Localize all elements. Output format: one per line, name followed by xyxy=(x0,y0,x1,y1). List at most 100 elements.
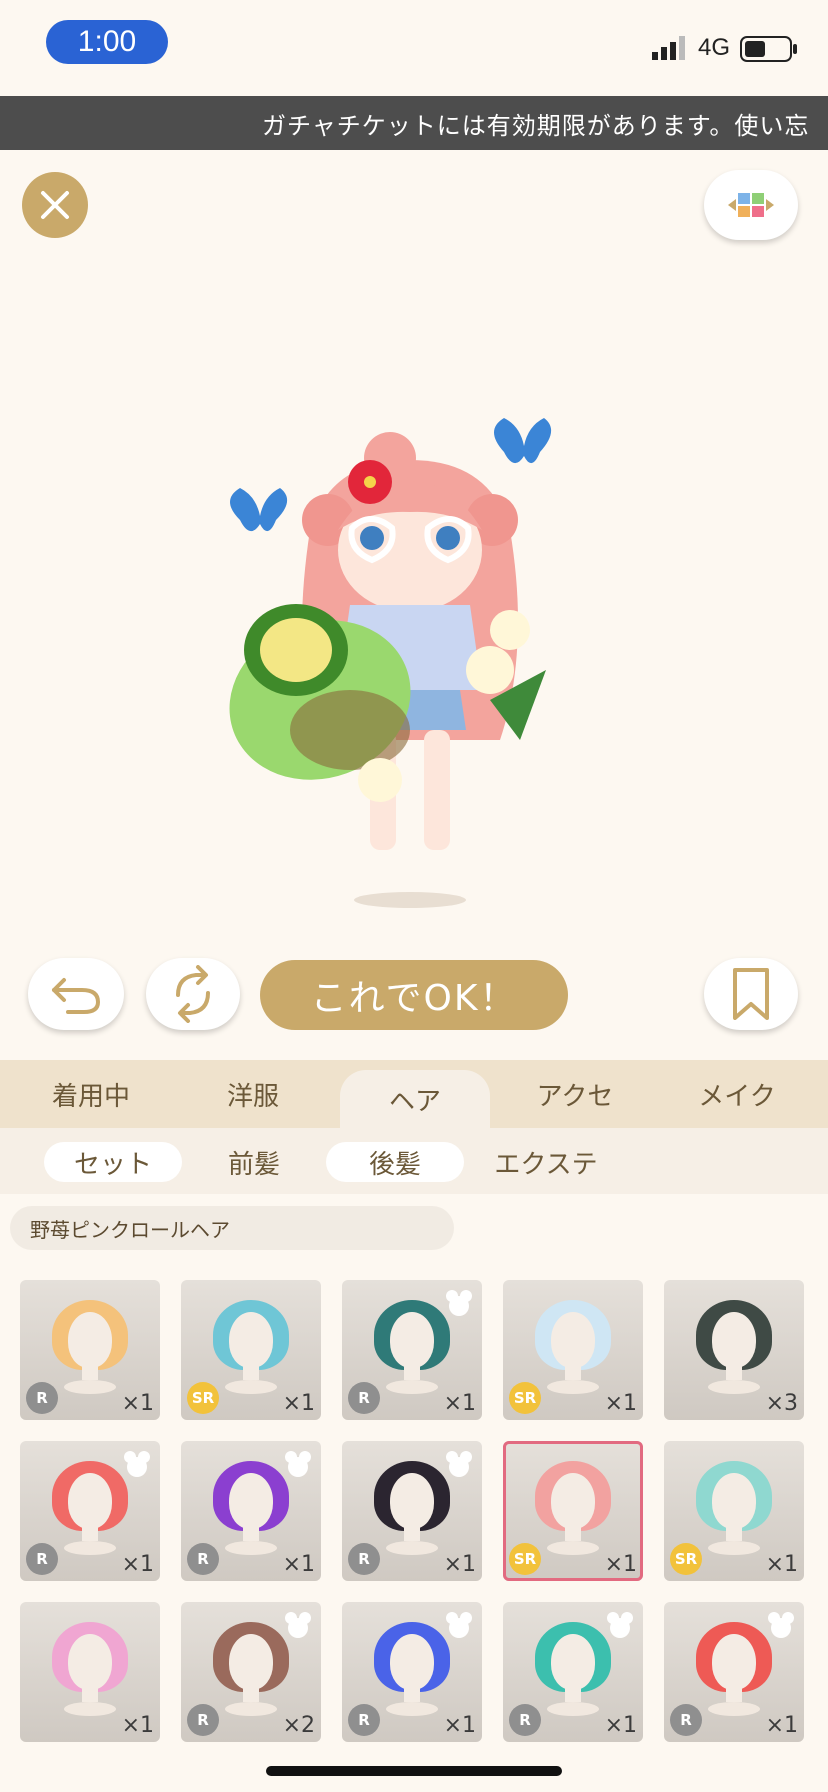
mannequin-neck xyxy=(565,1527,581,1541)
mouse-ears-icon xyxy=(768,1612,794,1638)
mannequin-base xyxy=(386,1380,438,1394)
mannequin-head xyxy=(712,1634,756,1690)
quantity-label: ×1 xyxy=(121,1552,154,1577)
subtab-back-hair[interactable]: 後髪 xyxy=(326,1142,464,1182)
hair-item[interactable]: R ×1 xyxy=(664,1602,804,1742)
tab-clothes[interactable]: 洋服 xyxy=(178,1060,328,1128)
quantity-label: ×1 xyxy=(765,1713,798,1738)
quantity-label: ×3 xyxy=(765,1391,798,1416)
mannequin-head xyxy=(229,1312,273,1368)
battery-icon xyxy=(740,36,797,62)
hair-item[interactable]: R ×1 xyxy=(20,1280,160,1420)
layout-switch-button[interactable] xyxy=(704,170,798,240)
confirm-ok-button[interactable]: これでOK！ xyxy=(260,960,568,1030)
mannequin-base xyxy=(386,1702,438,1716)
mannequin-base xyxy=(547,1702,599,1716)
mannequin-head xyxy=(390,1312,434,1368)
close-button[interactable] xyxy=(22,172,88,238)
mannequin-base xyxy=(225,1541,277,1555)
mannequin-head xyxy=(390,1634,434,1690)
time-display: 1:00 xyxy=(46,20,168,64)
category-tabs: 着用中 洋服 ヘア アクセ メイク xyxy=(0,1060,828,1128)
hair-item[interactable]: R ×1 xyxy=(20,1441,160,1581)
hair-item[interactable]: SR ×1 xyxy=(181,1280,321,1420)
mannequin-head xyxy=(68,1312,112,1368)
hair-item[interactable]: ×1 xyxy=(20,1602,160,1742)
quantity-label: ×1 xyxy=(282,1552,315,1577)
mannequin-neck xyxy=(82,1366,98,1380)
hair-item[interactable]: R ×1 xyxy=(342,1280,482,1420)
undo-button[interactable] xyxy=(28,958,124,1030)
mouse-ears-icon xyxy=(124,1451,150,1477)
subtab-set[interactable]: セット xyxy=(44,1142,182,1182)
hair-item[interactable]: SR ×1 xyxy=(664,1441,804,1581)
avatar-preview xyxy=(229,418,552,908)
status-bar: 1:00 4G xyxy=(0,0,828,96)
hair-item[interactable]: R ×1 xyxy=(342,1441,482,1581)
network-label: 4G xyxy=(698,34,731,61)
rarity-badge: SR xyxy=(509,1543,541,1575)
mannequin-base xyxy=(64,1380,116,1394)
hair-item[interactable]: R ×1 xyxy=(503,1602,643,1742)
selected-item-name: 野苺ピンクロールヘア xyxy=(10,1206,454,1250)
mannequin-neck xyxy=(726,1527,742,1541)
mannequin-neck xyxy=(404,1366,420,1380)
mannequin-neck xyxy=(82,1688,98,1702)
rarity-badge: R xyxy=(348,1543,380,1575)
hair-item[interactable]: SR ×1 xyxy=(503,1441,643,1581)
rarity-badge: R xyxy=(670,1704,702,1736)
quantity-label: ×2 xyxy=(282,1713,315,1738)
mouse-ears-icon xyxy=(285,1451,311,1477)
mannequin-neck xyxy=(565,1688,581,1702)
mannequin-neck xyxy=(404,1527,420,1541)
mannequin-head xyxy=(712,1473,756,1529)
quantity-label: ×1 xyxy=(765,1552,798,1577)
mannequin-neck xyxy=(726,1366,742,1380)
mannequin-base xyxy=(708,1380,760,1394)
mannequin-head xyxy=(390,1473,434,1529)
refresh-button[interactable] xyxy=(146,958,240,1030)
quantity-label: ×1 xyxy=(121,1391,154,1416)
mouse-ears-icon xyxy=(446,1451,472,1477)
rarity-badge: R xyxy=(509,1704,541,1736)
rarity-badge: R xyxy=(26,1382,58,1414)
quantity-label: ×1 xyxy=(282,1391,315,1416)
rarity-badge: SR xyxy=(187,1382,219,1414)
mannequin-head xyxy=(229,1473,273,1529)
mannequin-head xyxy=(551,1473,595,1529)
rarity-badge: R xyxy=(348,1382,380,1414)
subtab-extensions[interactable]: エクステ xyxy=(476,1142,616,1182)
signal-icon xyxy=(652,36,685,60)
mannequin-head xyxy=(68,1634,112,1690)
mannequin-base xyxy=(547,1541,599,1555)
tab-makeup[interactable]: メイク xyxy=(662,1060,812,1128)
subtab-bangs[interactable]: 前髪 xyxy=(182,1142,326,1182)
tab-hair[interactable]: ヘア xyxy=(340,1070,490,1128)
hair-item[interactable]: ×3 xyxy=(664,1280,804,1420)
mouse-ears-icon xyxy=(446,1612,472,1638)
rarity-badge: R xyxy=(348,1704,380,1736)
mannequin-head xyxy=(551,1312,595,1368)
quantity-label: ×1 xyxy=(443,1391,476,1416)
mouse-ears-icon xyxy=(446,1290,472,1316)
mannequin-head xyxy=(229,1634,273,1690)
mannequin-base xyxy=(64,1541,116,1555)
mannequin-base xyxy=(708,1702,760,1716)
tab-accessories[interactable]: アクセ xyxy=(500,1060,650,1128)
mannequin-base xyxy=(547,1380,599,1394)
bookmark-button[interactable] xyxy=(704,958,798,1030)
notice-text: ガチャチケットには有効期限があります。使い忘 xyxy=(262,111,810,140)
rarity-badge: SR xyxy=(509,1382,541,1414)
mannequin-neck xyxy=(565,1366,581,1380)
mannequin-neck xyxy=(726,1688,742,1702)
hair-item[interactable]: R ×1 xyxy=(181,1441,321,1581)
grid-switch-icon xyxy=(728,193,774,217)
tab-wearing[interactable]: 着用中 xyxy=(16,1060,166,1128)
hair-item[interactable]: R ×2 xyxy=(181,1602,321,1742)
rarity-badge: R xyxy=(26,1543,58,1575)
quantity-label: ×1 xyxy=(121,1713,154,1738)
mouse-ears-icon xyxy=(285,1612,311,1638)
mannequin-base xyxy=(225,1702,277,1716)
hair-item[interactable]: R ×1 xyxy=(342,1602,482,1742)
hair-item[interactable]: SR ×1 xyxy=(503,1280,643,1420)
